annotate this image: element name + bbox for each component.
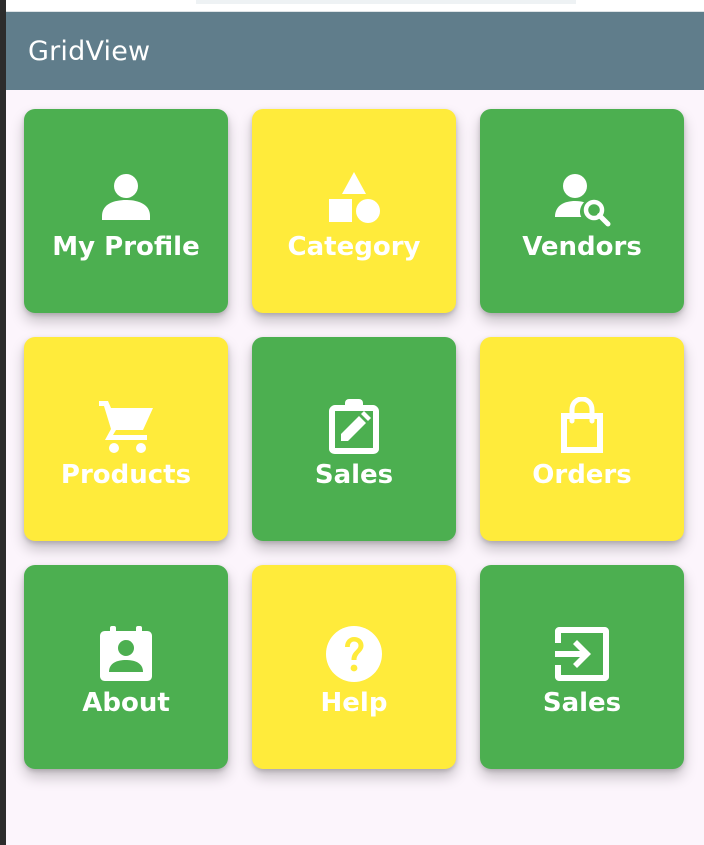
tile-orders[interactable]: Orders	[480, 337, 684, 541]
tile-label: Sales	[314, 460, 394, 490]
tile-about[interactable]: About	[24, 565, 228, 769]
contact-page-icon	[97, 625, 155, 683]
tile-category[interactable]: Category	[252, 109, 456, 313]
tile-help[interactable]: Help	[252, 565, 456, 769]
tile-my-profile[interactable]: My Profile	[24, 109, 228, 313]
tile-label: Orders	[532, 460, 632, 490]
tile-label: Products	[60, 460, 192, 490]
person-search-icon	[553, 169, 611, 227]
login-icon	[553, 625, 611, 683]
window-edge	[0, 0, 6, 845]
shopping-bag-icon	[553, 397, 611, 455]
tile-label: Vendors	[522, 232, 642, 262]
tile-products[interactable]: Products	[24, 337, 228, 541]
tile-sales-login[interactable]: Sales	[480, 565, 684, 769]
tile-vendors[interactable]: Vendors	[480, 109, 684, 313]
tile-sales[interactable]: Sales	[252, 337, 456, 541]
status-strip-line	[196, 0, 576, 4]
tile-label: My Profile	[52, 232, 200, 262]
tile-label: About	[82, 688, 170, 718]
page-title: GridView	[28, 35, 151, 67]
category-shapes-icon	[325, 169, 383, 227]
edit-clipboard-icon	[325, 397, 383, 455]
menu-grid: My Profile Category Vendors Products Sal…	[24, 109, 684, 769]
status-strip	[6, 0, 704, 12]
app-bar: GridView	[6, 12, 704, 90]
help-circle-icon	[325, 625, 383, 683]
tile-label: Sales	[542, 688, 622, 718]
tile-label: Category	[287, 232, 421, 262]
app-screen: GridView My Profile Category Vendors Pro…	[0, 0, 704, 845]
person-icon	[97, 169, 155, 227]
shopping-cart-icon	[97, 397, 155, 455]
tile-label: Help	[320, 688, 388, 718]
